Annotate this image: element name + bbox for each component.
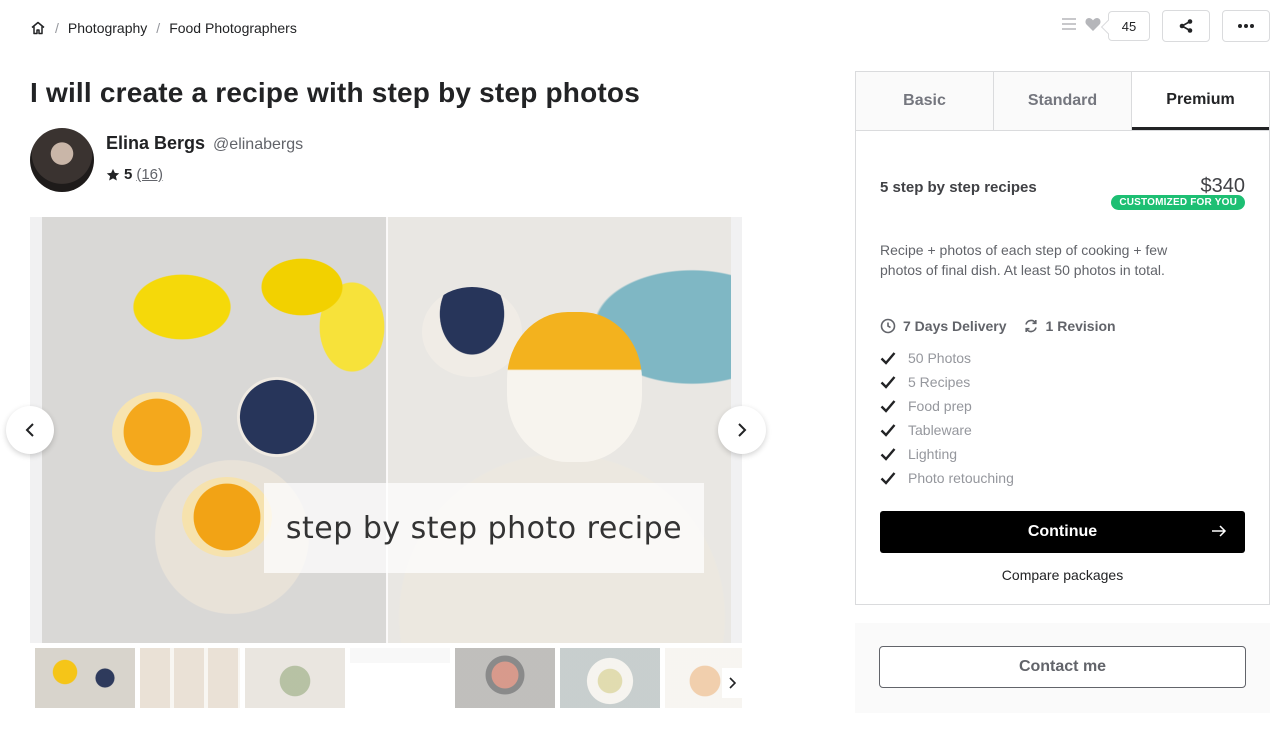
check-icon bbox=[880, 352, 896, 365]
image-caption-text: step by step photo recipe bbox=[285, 510, 683, 546]
feature-item: Lighting bbox=[880, 442, 1245, 466]
seller-name-link[interactable]: Elina Bergs bbox=[106, 133, 205, 154]
revision-icon bbox=[1024, 319, 1037, 333]
gallery-thumbnail[interactable] bbox=[455, 648, 555, 708]
gallery-thumbnail[interactable] bbox=[140, 648, 240, 708]
chevron-left-icon bbox=[25, 423, 34, 437]
panna-cotta-glass bbox=[507, 312, 642, 462]
heart-icon[interactable] bbox=[1084, 16, 1102, 37]
breadcrumb: / Photography / Food Photographers bbox=[30, 20, 297, 36]
check-icon bbox=[880, 448, 896, 461]
star-icon bbox=[106, 168, 120, 181]
share-button[interactable] bbox=[1162, 10, 1210, 42]
gallery-next-button[interactable] bbox=[718, 406, 766, 454]
dessert-glass bbox=[112, 392, 202, 472]
blueberry-bowl bbox=[237, 377, 317, 457]
check-icon bbox=[880, 472, 896, 485]
package-description: Recipe + photos of each step of cooking … bbox=[880, 242, 1168, 278]
feature-item: Tableware bbox=[880, 418, 1245, 442]
tab-premium[interactable]: Premium bbox=[1132, 72, 1269, 130]
more-options-button[interactable] bbox=[1222, 10, 1270, 42]
contact-seller-section: Contact me bbox=[855, 623, 1270, 713]
feature-item: 5 Recipes bbox=[880, 370, 1245, 394]
feature-label: Tableware bbox=[908, 422, 972, 438]
seller-handle: @elinabergs bbox=[213, 136, 304, 153]
package-tabs: Basic Standard Premium bbox=[856, 72, 1269, 131]
list-icon[interactable] bbox=[1060, 16, 1078, 37]
home-icon[interactable] bbox=[30, 20, 46, 36]
dessert-glass bbox=[182, 477, 272, 557]
gig-actions: 45 bbox=[1060, 10, 1270, 42]
seller-rating: 5 (16) bbox=[106, 166, 303, 183]
breadcrumb-food-photographers-link[interactable]: Food Photographers bbox=[169, 20, 297, 36]
feature-item: 50 Photos bbox=[880, 346, 1245, 370]
arrow-right-icon bbox=[1212, 525, 1227, 537]
collections-count: 45 bbox=[1108, 11, 1150, 41]
packages-panel: Basic Standard Premium CUSTOMIZED FOR YO… bbox=[855, 71, 1270, 605]
clock-icon bbox=[880, 318, 896, 334]
rating-score: 5 bbox=[124, 166, 133, 183]
delivery-info: 7 Days Delivery 1 Revision bbox=[880, 318, 1245, 334]
compare-packages-link[interactable]: Compare packages bbox=[880, 567, 1245, 583]
seller-avatar[interactable] bbox=[30, 128, 94, 192]
feature-list: 50 Photos 5 Recipes Food prep Tableware … bbox=[880, 346, 1245, 490]
gallery-prev-button[interactable] bbox=[6, 406, 54, 454]
check-icon bbox=[880, 376, 896, 389]
share-icon bbox=[1179, 19, 1193, 33]
feature-label: Food prep bbox=[908, 398, 972, 414]
tab-standard[interactable]: Standard bbox=[994, 72, 1132, 130]
image-divider bbox=[386, 217, 388, 643]
feature-label: 5 Recipes bbox=[908, 374, 971, 390]
seller-overview: Elina Bergs @elinabergs 5 (16) bbox=[30, 128, 303, 192]
image-caption: step by step photo recipe bbox=[264, 483, 704, 573]
package-name: 5 step by step recipes bbox=[880, 179, 1037, 196]
chevron-right-icon bbox=[738, 423, 747, 437]
feature-label: Lighting bbox=[908, 446, 958, 462]
package-content: CUSTOMIZED FOR YOU 5 step by step recipe… bbox=[856, 175, 1269, 583]
revisions-count: 1 Revision bbox=[1045, 318, 1116, 334]
feature-label: 50 Photos bbox=[908, 350, 972, 366]
check-icon bbox=[880, 424, 896, 437]
feature-item: Food prep bbox=[880, 394, 1245, 418]
gallery-thumbnail[interactable] bbox=[245, 648, 345, 708]
feature-item: Photo retouching bbox=[880, 466, 1245, 490]
contact-me-button[interactable]: Contact me bbox=[879, 646, 1246, 688]
gig-title: I will create a recipe with step by step… bbox=[30, 77, 641, 108]
blueberry-cup bbox=[422, 287, 522, 377]
gallery-thumbnails bbox=[35, 648, 742, 708]
more-icon bbox=[1238, 24, 1254, 28]
chevron-right-icon bbox=[729, 677, 736, 689]
continue-label: Continue bbox=[1027, 523, 1098, 540]
reviews-count-link[interactable]: (16) bbox=[136, 166, 163, 183]
continue-button[interactable]: Continue bbox=[880, 511, 1245, 553]
gallery-thumbnail[interactable] bbox=[35, 648, 135, 708]
customized-badge: CUSTOMIZED FOR YOU bbox=[1111, 195, 1245, 210]
tab-basic[interactable]: Basic bbox=[856, 72, 994, 130]
breadcrumb-separator: / bbox=[156, 20, 161, 36]
gallery-main-image[interactable]: step by step photo recipe bbox=[42, 217, 731, 643]
feature-label: Photo retouching bbox=[908, 470, 1014, 486]
breadcrumb-photography-link[interactable]: Photography bbox=[68, 20, 147, 36]
thumbnails-next-button[interactable] bbox=[722, 668, 742, 698]
gallery-thumbnail[interactable] bbox=[350, 648, 450, 708]
delivery-time: 7 Days Delivery bbox=[903, 318, 1007, 334]
gig-gallery: step by step photo recipe bbox=[30, 217, 742, 643]
breadcrumb-separator: / bbox=[55, 20, 59, 36]
check-icon bbox=[880, 400, 896, 413]
collections-control: 45 bbox=[1060, 11, 1150, 41]
gallery-thumbnail[interactable] bbox=[560, 648, 660, 708]
